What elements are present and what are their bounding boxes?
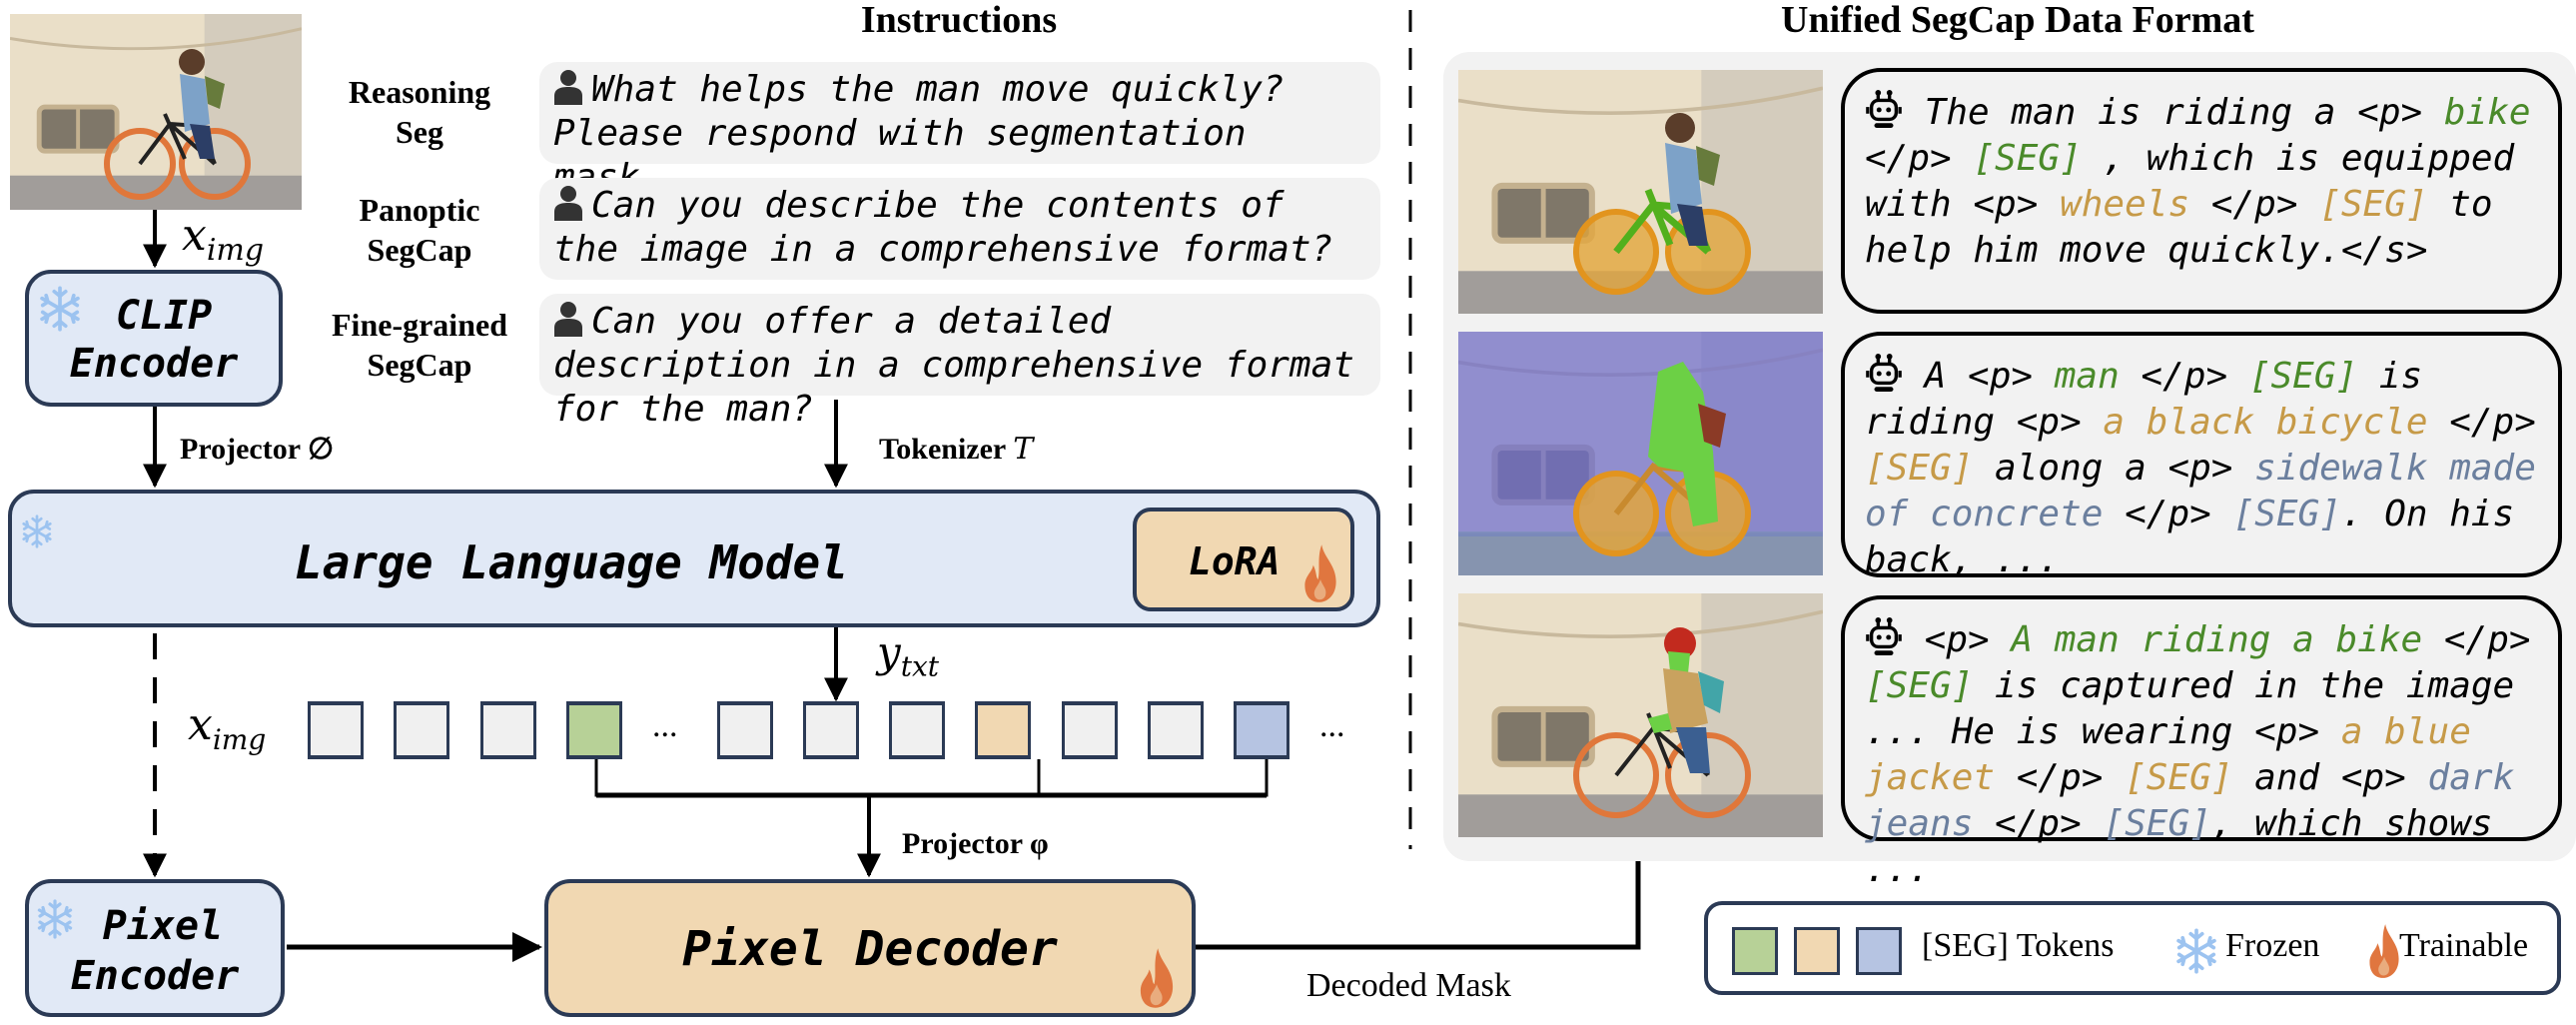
highlighted-phrase: [SEG] <box>1865 448 1974 489</box>
caption-fragment: </p> <box>1973 803 2104 844</box>
trainable-fire-icon <box>1302 543 1338 603</box>
legend-trainable: Trainable <box>2399 927 2529 964</box>
token <box>717 701 773 759</box>
caption-fragment: </p> <box>2103 494 2233 534</box>
txt-subscript: txt <box>900 649 940 683</box>
x-symbol: x <box>188 699 213 750</box>
token-seq-label: ximg <box>188 699 266 756</box>
mask-scene <box>1458 70 1823 314</box>
highlighted-phrase: [SEG] <box>2248 356 2358 397</box>
highlighted-phrase: [SEG] <box>2232 494 2341 534</box>
tokenizer-symbol: T <box>1013 432 1034 467</box>
caption-fragment: </p> <box>1865 138 1974 179</box>
projector-empty-label: Projector ∅ <box>180 433 335 466</box>
caption-fragment: and <p> <box>2232 757 2428 798</box>
pixel-encoder-label: Pixel Encoder <box>29 901 281 1001</box>
caption-panoptic: A <p> man </p> [SEG] is riding <p> a bla… <box>1841 332 2562 580</box>
robot-icon <box>1865 352 1903 394</box>
highlighted-phrase: a black bicycle <box>2103 402 2428 443</box>
llm-label: Large Language Model <box>295 535 848 589</box>
pixel-decoder-label: Pixel Decoder <box>682 921 1058 977</box>
caption-text: The man is riding a <p> bike </p> [SEG] … <box>1865 92 2531 271</box>
caption-fragment: </p> <box>1995 757 2126 798</box>
seg-token-green <box>566 701 622 759</box>
highlighted-phrase: [SEG] <box>1865 665 1974 706</box>
highlighted-phrase: [SEG] <box>2103 803 2211 844</box>
caption-fragment: along a <p> <box>1973 448 2255 489</box>
highlighted-phrase: [SEG] <box>2125 757 2233 798</box>
lora-module: LoRA <box>1133 508 1354 611</box>
y-symbol: y <box>877 627 901 676</box>
robot-icon <box>1865 88 1903 130</box>
mask-image-panoptic <box>1458 332 1823 575</box>
mask-image-fine-grained <box>1458 593 1823 837</box>
mask-image-reasoning <box>1458 70 1823 314</box>
caption-fragment: </p> <box>2119 356 2249 397</box>
highlighted-phrase: man <box>2054 356 2120 397</box>
tokenizer-text: Tokenizer <box>879 433 1006 466</box>
legend-fire-icon <box>2367 923 2401 979</box>
legend-swatch-green <box>1732 927 1778 975</box>
caption-fragment: </p> <box>2422 619 2531 660</box>
trainable-fire-icon <box>1138 947 1176 1009</box>
legend-frozen: Frozen <box>2225 927 2320 964</box>
pixel-encoder-line1: Pixel <box>102 903 224 949</box>
highlighted-phrase: bike <box>2443 92 2531 133</box>
highlighted-phrase: [SEG] <box>1973 138 2082 179</box>
legend: [SEG] Tokens Frozen Trainable <box>1704 901 2561 995</box>
highlighted-phrase: wheels <box>2060 184 2190 225</box>
caption-fine-grained: <p> A man riding a bike </p> [SEG] is ca… <box>1841 595 2562 890</box>
caption-fragment: </p> <box>2427 402 2536 443</box>
caption-fragment: <p> <box>1903 619 2012 660</box>
robot-icon <box>1865 615 1903 657</box>
caption-fragment: </p> <box>2189 184 2320 225</box>
decoded-mask-label: Decoded Mask <box>1306 967 1511 1004</box>
data-format-title: Unified SegCap Data Format <box>1781 0 2254 41</box>
lora-label: LoRA <box>1189 539 1281 583</box>
pixel-encoder-line2: Encoder <box>70 953 240 999</box>
img-subscript: img <box>212 722 267 756</box>
seg-token-orange <box>975 701 1031 759</box>
legend-swatch-orange <box>1794 927 1840 975</box>
caption-fragment: The man is riding a <p> <box>1903 92 2444 133</box>
highlighted-phrase: A man riding a bike <box>2011 619 2423 660</box>
projector-varphi-label: Projector φ <box>902 827 1049 860</box>
seg-token-blue <box>1234 701 1289 759</box>
legend-seg-tokens: [SEG] Tokens <box>1922 927 2115 964</box>
caption-text: A <p> man </p> [SEG] is riding <p> a bla… <box>1865 356 2536 580</box>
token <box>1148 701 1204 759</box>
mask-scene <box>1458 593 1823 837</box>
y-txt-label: ytxt <box>877 627 939 682</box>
legend-snowflake-icon <box>2173 927 2219 975</box>
legend-swatch-blue <box>1856 927 1902 975</box>
llm-module: Large Language Model LoRA <box>8 490 1380 627</box>
highlighted-phrase: [SEG] <box>2319 184 2428 225</box>
token <box>480 701 536 759</box>
token <box>803 701 859 759</box>
mask-scene <box>1458 332 1823 575</box>
token <box>889 701 945 759</box>
bracket-seg-orange <box>594 759 1269 797</box>
token-ellipsis: ... <box>652 707 678 744</box>
token <box>1062 701 1118 759</box>
tokenizer-label: Tokenizer T <box>879 432 1033 467</box>
token <box>308 701 364 759</box>
pixel-encoder-module: Pixel Encoder <box>25 879 285 1017</box>
caption-reasoning: The man is riding a <p> bike </p> [SEG] … <box>1841 68 2562 314</box>
pixel-decoder-module: Pixel Decoder <box>544 879 1196 1017</box>
caption-fragment: A <p> <box>1903 356 2055 397</box>
token-ellipsis: ... <box>1319 707 1345 744</box>
token <box>394 701 449 759</box>
